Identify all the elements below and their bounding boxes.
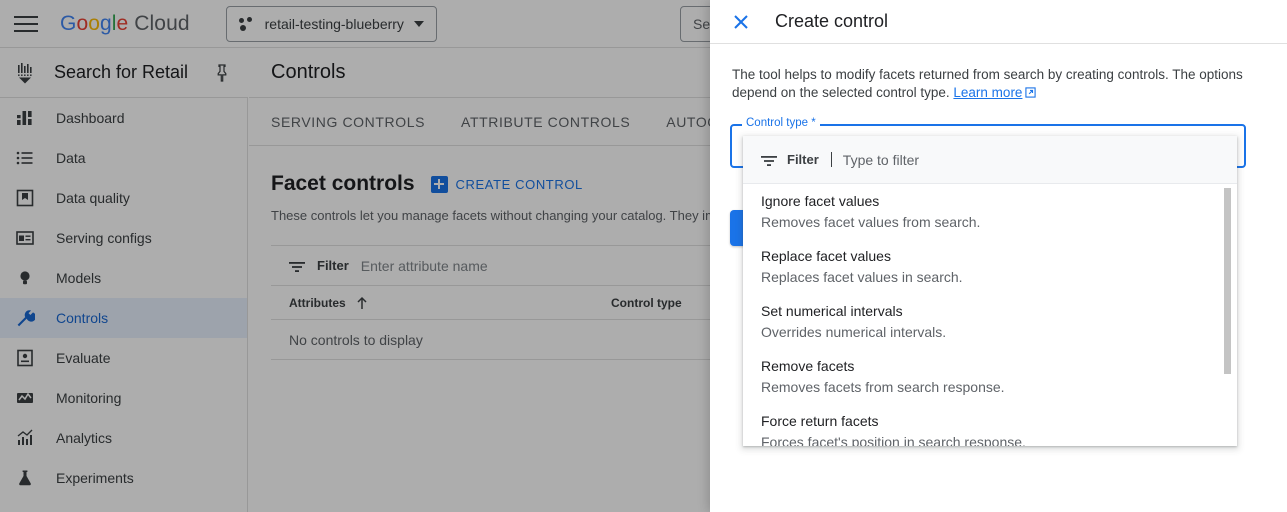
dropdown-option-remove-facets[interactable]: Remove facets Removes facets from search… <box>743 349 1237 404</box>
dropdown-option-force-return-facets[interactable]: Force return facets Forces facet's posit… <box>743 404 1237 446</box>
learn-more-link[interactable]: Learn more <box>953 85 1022 100</box>
dropdown-filter-label: Filter <box>787 152 819 167</box>
external-link-icon <box>1025 85 1036 96</box>
option-name: Force return facets <box>761 411 1219 432</box>
control-type-label: Control type * <box>742 117 820 129</box>
option-description: Removes facets from search response. <box>761 377 1219 398</box>
dropdown-filter-row[interactable]: Filter Type to filter <box>743 136 1237 184</box>
dropdown-filter-placeholder: Type to filter <box>843 152 919 168</box>
dropdown-option-set-numerical-intervals[interactable]: Set numerical intervals Overrides numeri… <box>743 294 1237 349</box>
screen-root: Google Cloud retail-testing-blueberry Se <box>0 0 1287 512</box>
text-cursor <box>831 152 832 167</box>
panel-description: The tool helps to modify facets returned… <box>732 66 1252 102</box>
panel-header: Create control <box>710 0 1287 44</box>
dropdown-option-ignore-facet-values[interactable]: Ignore facet values Removes facet values… <box>743 184 1237 239</box>
control-type-dropdown: Filter Type to filter Ignore facet value… <box>743 136 1237 446</box>
option-description: Removes facet values from search. <box>761 212 1219 233</box>
option-name: Ignore facet values <box>761 191 1219 212</box>
panel-title: Create control <box>775 11 888 32</box>
panel-body: The tool helps to modify facets returned… <box>710 44 1287 102</box>
dropdown-option-replace-facet-values[interactable]: Replace facet values Replaces facet valu… <box>743 239 1237 294</box>
option-name: Replace facet values <box>761 246 1219 267</box>
option-description: Overrides numerical intervals. <box>761 322 1219 343</box>
option-description: Forces facet's position in search respon… <box>761 432 1219 446</box>
option-name: Set numerical intervals <box>761 301 1219 322</box>
option-name: Remove facets <box>761 356 1219 377</box>
dropdown-scrollbar[interactable] <box>1224 188 1231 374</box>
close-icon[interactable] <box>731 12 751 32</box>
option-description: Replaces facet values in search. <box>761 267 1219 288</box>
dropdown-options-list: Ignore facet values Removes facet values… <box>743 184 1237 446</box>
filter-icon <box>761 154 777 166</box>
